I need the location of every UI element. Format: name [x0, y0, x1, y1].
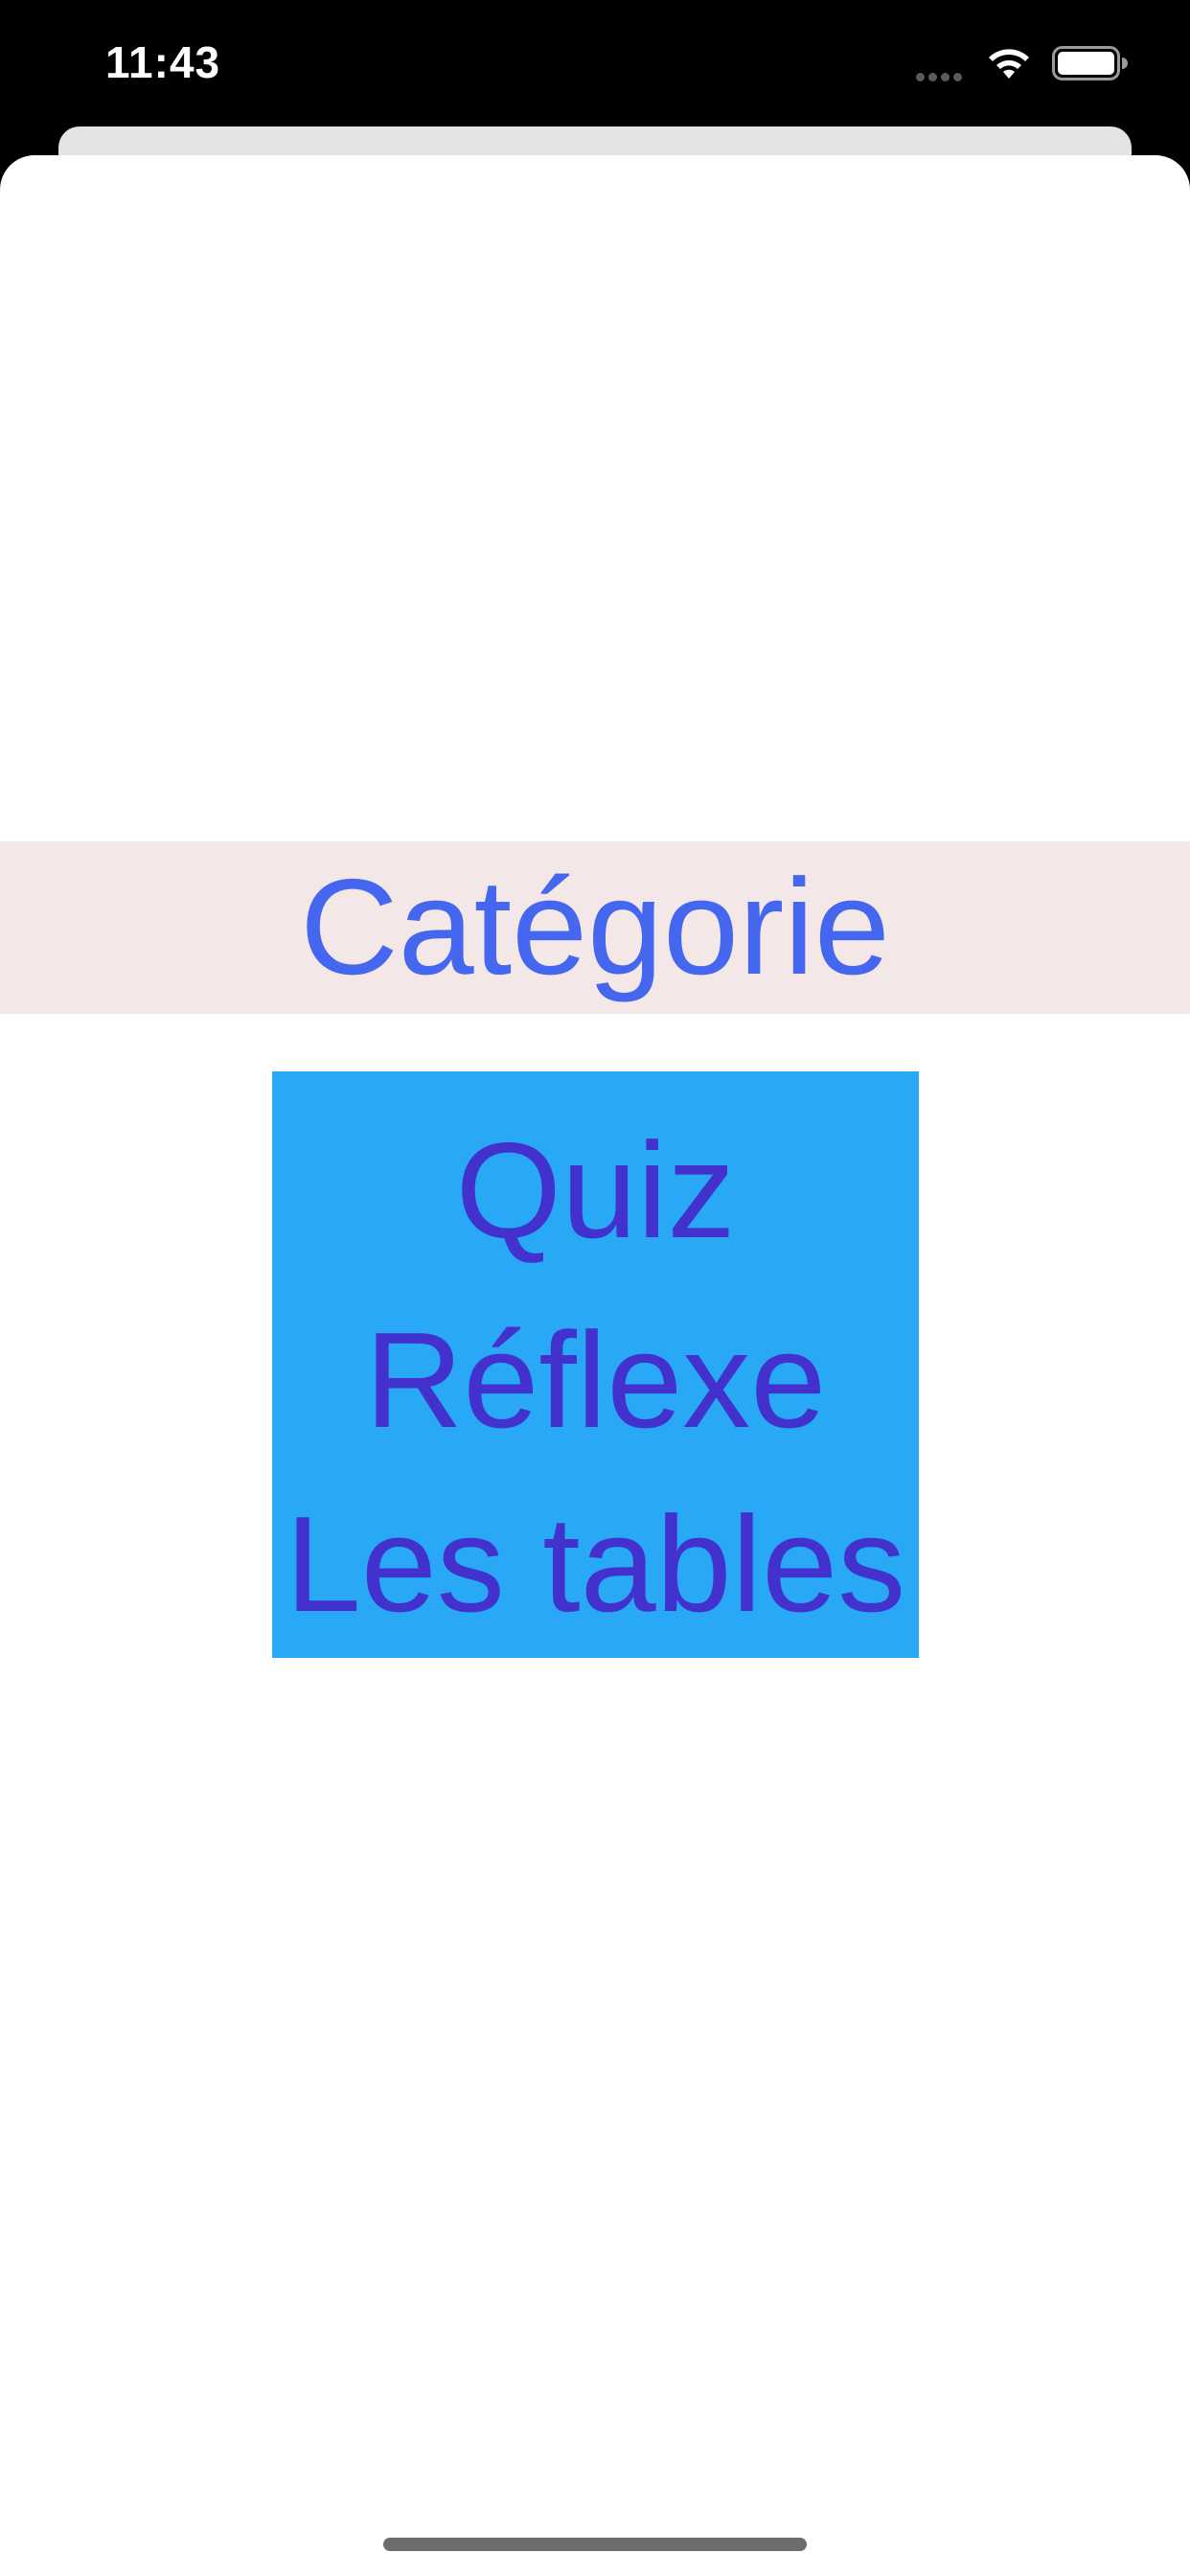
menu-item-reflexe[interactable]: Réflexe	[272, 1290, 919, 1472]
menu-item-quiz[interactable]: Quiz	[272, 1100, 919, 1282]
app-screen: 11:43 Catégorie Quiz Réflexe Les tables	[0, 0, 1190, 2576]
menu-item-les-tables[interactable]: Les tables	[272, 1474, 919, 1656]
wifi-icon	[989, 49, 1029, 79]
status-bar: 11:43	[0, 0, 1190, 126]
status-time: 11:43	[105, 37, 221, 87]
battery-icon	[1052, 46, 1128, 80]
category-menu: Quiz Réflexe Les tables	[272, 1071, 919, 1658]
category-header: Catégorie	[0, 841, 1190, 1014]
page-title: Catégorie	[300, 851, 890, 1003]
home-indicator[interactable]	[383, 2538, 807, 2551]
signal-dots-icon	[916, 69, 973, 81]
